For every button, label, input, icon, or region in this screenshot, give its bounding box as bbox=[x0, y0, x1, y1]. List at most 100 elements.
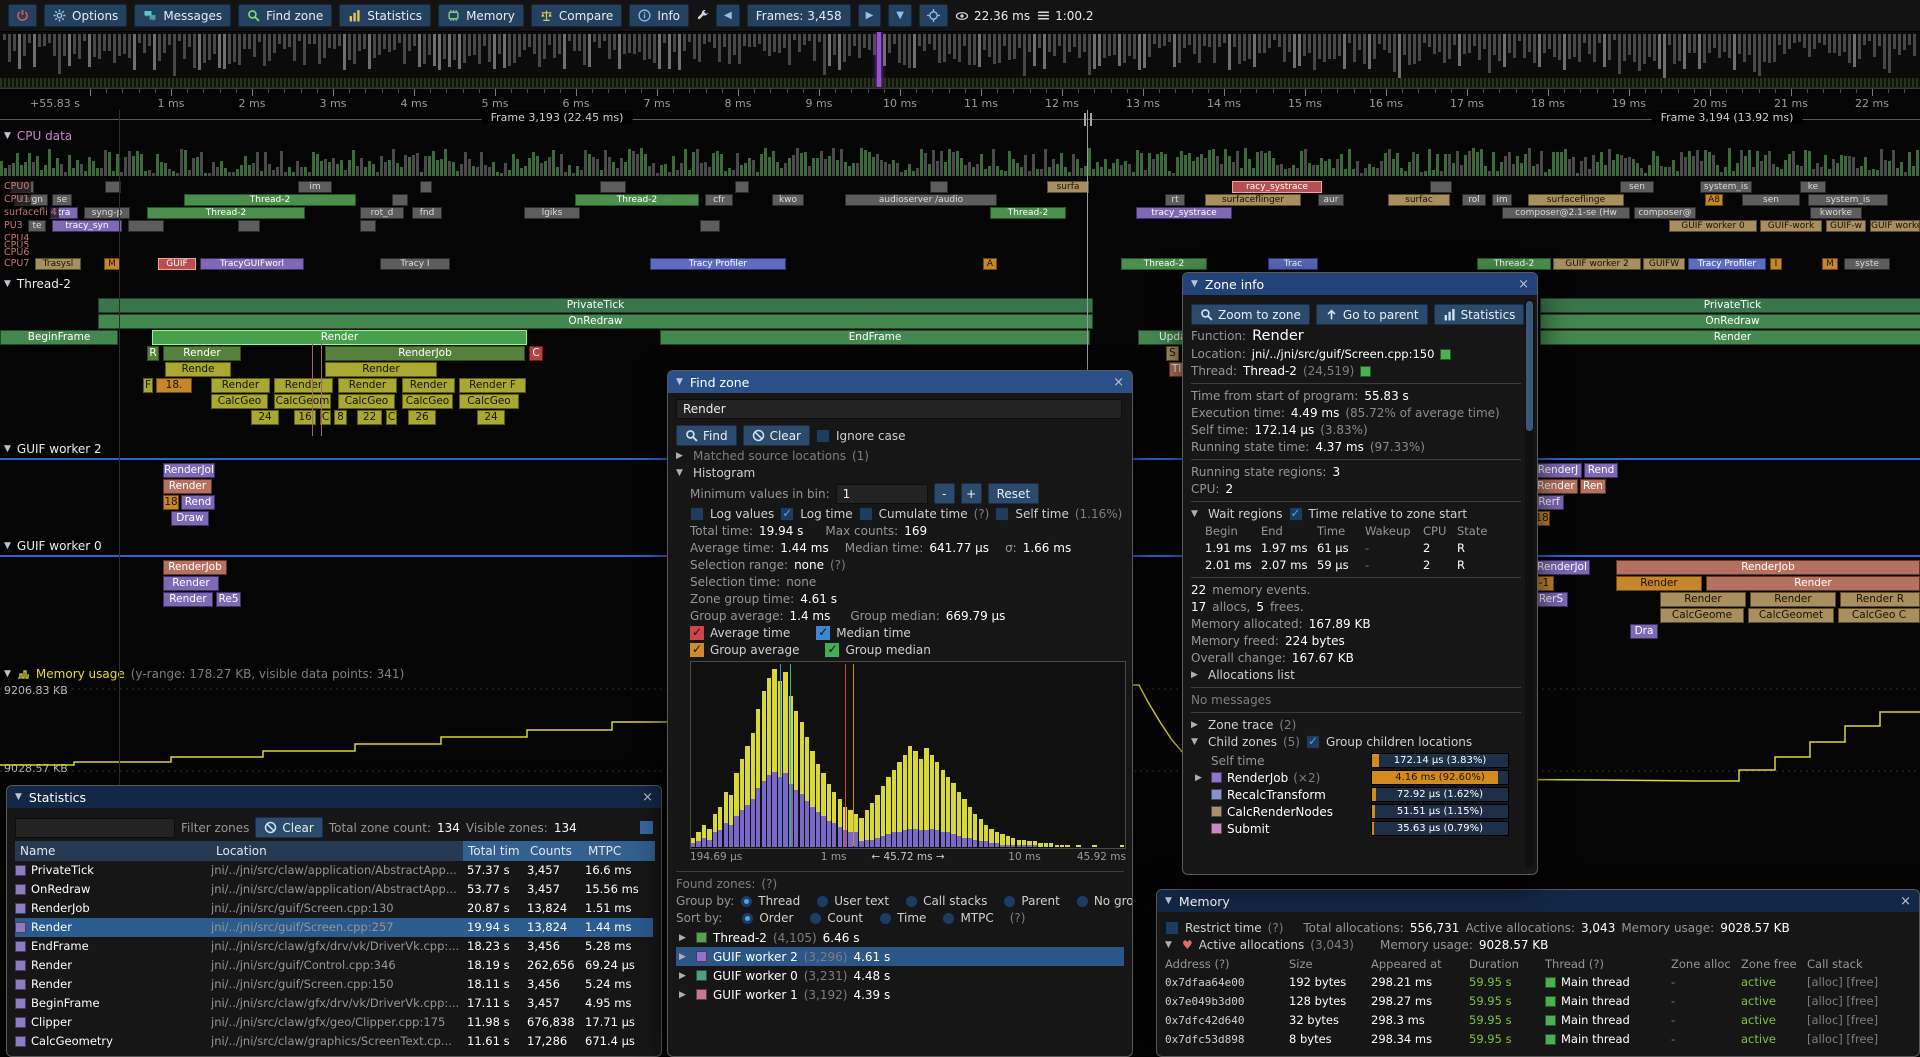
found-zone-thread-row[interactable]: ▶Thread-2(4,105)6.46 s bbox=[676, 928, 1124, 947]
self-time-checkbox[interactable] bbox=[995, 507, 1009, 521]
cpu-zone[interactable]: Thread-2 bbox=[575, 194, 699, 206]
timeline-zone-calcgeomet[interactable]: CalcGeomet bbox=[1748, 608, 1834, 623]
timeline-zone-18[interactable]: 18 bbox=[163, 495, 179, 510]
timeline-zone-renderjob[interactable]: RenderJob bbox=[325, 346, 525, 361]
timeline-zone-c[interactable]: C bbox=[529, 346, 543, 361]
timeline-zone-calcgeom[interactable]: CalcGeom bbox=[274, 394, 331, 409]
group-by-radio-button[interactable] bbox=[816, 895, 829, 908]
help-marker[interactable]: (?) bbox=[761, 877, 777, 891]
timeline-zone-calcgeo[interactable]: CalcGeo bbox=[402, 394, 453, 409]
child-zone-row[interactable]: Self time172.14 μs (3.83%) bbox=[1195, 752, 1521, 769]
timeline-zone-re5[interactable]: Re5 bbox=[216, 592, 241, 607]
expand-icon[interactable]: ▶ bbox=[679, 933, 690, 943]
help-marker[interactable]: (?) bbox=[1268, 921, 1284, 935]
timeline-zone-draw[interactable]: Draw bbox=[171, 511, 209, 526]
collapse-icon[interactable]: ▼ bbox=[4, 279, 11, 289]
cpu-zone[interactable]: rot_d bbox=[360, 207, 404, 219]
wrench-icon[interactable] bbox=[696, 9, 709, 22]
timeline-zone-onredraw[interactable]: OnRedraw bbox=[98, 314, 1093, 329]
expand-icon[interactable]: ▶ bbox=[679, 952, 690, 962]
timeline-zone-endframe[interactable]: EndFrame bbox=[660, 330, 1090, 345]
column-header-begin[interactable]: Begin bbox=[1205, 524, 1261, 538]
location-value[interactable]: jni/../jni/src/guif/Screen.cpp:150 bbox=[1252, 347, 1435, 361]
close-icon[interactable]: × bbox=[1518, 277, 1529, 292]
find-zone-search-input[interactable] bbox=[676, 399, 1122, 419]
timeline-zone-dra[interactable]: Dra bbox=[1630, 624, 1658, 639]
cpu-zone[interactable]: tracy_syn bbox=[52, 220, 122, 232]
timeline-zone-render[interactable]: Render bbox=[163, 592, 213, 607]
cpu-zone[interactable] bbox=[930, 181, 948, 193]
prev-frame-button[interactable]: ◀ bbox=[716, 4, 740, 27]
cpu-zone[interactable]: ke bbox=[1800, 181, 1826, 193]
address-cell[interactable]: 0x7dfc53d898 bbox=[1165, 1030, 1289, 1049]
collapse-icon[interactable]: ▼ bbox=[1165, 896, 1172, 906]
cpu-zone[interactable]: sen bbox=[1742, 194, 1800, 206]
cpu-zone[interactable]: A bbox=[983, 258, 997, 270]
timeline-zone-render[interactable]: Render bbox=[1534, 479, 1578, 494]
cpu-zone[interactable]: Thread-2 bbox=[1121, 258, 1207, 270]
statistics-row[interactable]: CalcGeometryjni/../jni/src/claw/graphics… bbox=[15, 1032, 653, 1051]
timeline-zone-rende[interactable]: Rende bbox=[165, 362, 231, 377]
timeline-zone-render[interactable]: Render bbox=[325, 362, 437, 377]
cpu-zone[interactable]: sen bbox=[1620, 181, 1654, 193]
cs-cell[interactable]: [alloc] [free] bbox=[1807, 1011, 1907, 1030]
clear-button[interactable]: Clear bbox=[743, 425, 810, 446]
cpu-zone[interactable]: im bbox=[1492, 194, 1512, 206]
cpu-zone[interactable]: M bbox=[1822, 258, 1838, 270]
cpu-zone[interactable]: Trac bbox=[1268, 258, 1318, 270]
radio-sort-by-count[interactable]: Count bbox=[809, 911, 863, 925]
timeline-zone-18-[interactable]: 18. bbox=[156, 378, 192, 393]
collapse-icon[interactable]: ▼ bbox=[15, 792, 22, 802]
log-values-checkbox[interactable] bbox=[690, 507, 704, 521]
timeline-zone-calcgeo[interactable]: CalcGeo bbox=[459, 394, 519, 409]
allocation-row[interactable]: 0x7e049b3d00128 bytes298.27 ms59.95 sMai… bbox=[1165, 992, 1911, 1011]
radio-group-by-parent[interactable]: Parent bbox=[1003, 894, 1059, 908]
radio-sort-by-order[interactable]: Order bbox=[741, 911, 793, 925]
help-marker[interactable]: (?) bbox=[974, 507, 990, 521]
timeline-zone-calcgeo[interactable]: CalcGeo bbox=[211, 394, 268, 409]
statistics-row[interactable]: OnRedrawjni/../jni/src/claw/application/… bbox=[15, 880, 653, 899]
cpu-zone[interactable]: composer@2.1-se (Hw bbox=[1502, 207, 1630, 219]
timeline-zone-renderjob[interactable]: RenderJob bbox=[1616, 560, 1920, 575]
column-header-location[interactable]: Location bbox=[211, 841, 463, 861]
decrement-button[interactable]: - bbox=[934, 483, 955, 504]
thread-2-header[interactable]: ▼Thread-2 bbox=[0, 276, 1920, 292]
cpu-zone[interactable]: surfa bbox=[1047, 181, 1089, 193]
column-header-name[interactable]: Name bbox=[15, 841, 211, 861]
column-header-time[interactable]: Time bbox=[1317, 524, 1365, 538]
sort-by-radio-button[interactable] bbox=[809, 912, 822, 925]
allocation-row[interactable]: 0x7dfaa64e00192 bytes298.21 ms59.95 sMai… bbox=[1165, 973, 1911, 992]
timeline-zone-render[interactable]: Render bbox=[338, 378, 397, 393]
cpu-zone[interactable]: TracyGUIFworl bbox=[200, 258, 304, 270]
frame-label[interactable]: Frame 3,194 (13.92 ms) bbox=[1652, 111, 1803, 124]
cpu-zone[interactable] bbox=[735, 181, 749, 193]
statistics-titlebar[interactable]: ▼ Statistics × bbox=[7, 786, 661, 808]
timeline-zone-renderjol[interactable]: RenderJol bbox=[1534, 560, 1590, 575]
cpu-zone[interactable]: cfr bbox=[705, 194, 733, 206]
timeline-zone-24[interactable]: 24 bbox=[477, 410, 505, 425]
scrollbar[interactable] bbox=[1525, 299, 1534, 868]
column-header-zone-alloc[interactable]: Zone alloc bbox=[1671, 955, 1741, 974]
timeline-zone-render[interactable]: Render bbox=[1540, 330, 1920, 345]
allocation-row[interactable]: 0x7dfc53d8988 bytes298.34 ms59.95 sMain … bbox=[1165, 1030, 1911, 1049]
cpu-zone[interactable]: I bbox=[1770, 258, 1782, 270]
found-zone-thread-row[interactable]: ▶GUIF worker 0(3,231)4.48 s bbox=[676, 966, 1124, 985]
frame-labels-row[interactable]: Frame 3,193 (22.45 ms) Frame 3,194 (13.92… bbox=[0, 110, 1920, 128]
timeline-zone-22[interactable]: 22 bbox=[357, 410, 382, 425]
statistics-row[interactable]: Clipperjni/../jni/src/claw/gfx/geo/Clipp… bbox=[15, 1013, 653, 1032]
timeline-zone-onredraw[interactable]: OnRedraw bbox=[1540, 314, 1920, 329]
toolbar-button-options[interactable]: Options bbox=[44, 4, 127, 27]
statistics-row[interactable]: Renderjni/../jni/src/guif/Control.cpp:34… bbox=[15, 956, 653, 975]
column-header-appeared-at[interactable]: Appeared at bbox=[1371, 955, 1469, 974]
min-bin-input[interactable] bbox=[836, 484, 928, 504]
timeline-zone-render[interactable]: Render bbox=[163, 479, 212, 494]
sort-by-radio-button[interactable] bbox=[942, 912, 955, 925]
cpu-zone[interactable]: surfac bbox=[1388, 194, 1450, 206]
timeline-zone-r[interactable]: R bbox=[147, 346, 159, 361]
close-icon[interactable]: × bbox=[1113, 375, 1124, 390]
collapse-icon[interactable]: ▼ bbox=[4, 669, 11, 679]
cpu-zone[interactable]: Thread-2 bbox=[990, 207, 1066, 219]
cpu-zone[interactable]: kworke bbox=[1810, 207, 1862, 219]
frame-label[interactable]: Frame 3,193 (22.45 ms) bbox=[482, 111, 633, 124]
toolbar-button-messages[interactable]: Messages bbox=[134, 4, 231, 27]
